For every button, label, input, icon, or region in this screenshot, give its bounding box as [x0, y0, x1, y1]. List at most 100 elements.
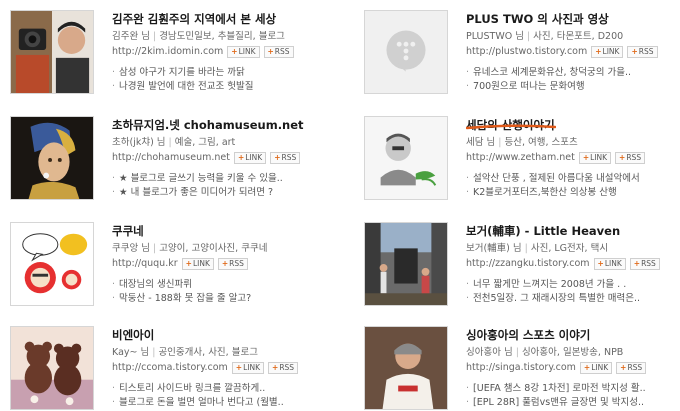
blog-tag[interactable]: 사진: [531, 243, 548, 254]
blog-url[interactable]: http://singa.tistory.com: [466, 361, 576, 375]
recent-post-link[interactable]: ★ 블로그로 글쓰기 능력을 키울 수 있을..: [112, 172, 322, 186]
recent-post-link[interactable]: 700원으로 떠나는 문화여행: [466, 80, 676, 94]
rss-button[interactable]: + RSS: [615, 152, 646, 164]
recent-post-link[interactable]: 블로그로 돈을 벌면 얼마나 번다고 (월별..: [112, 396, 322, 410]
blog-tag[interactable]: 그림: [198, 137, 215, 148]
link-button[interactable]: + LINK: [231, 362, 265, 374]
recent-post-link[interactable]: 전천5일장. 그 재래시장의 특별한 매력은..: [466, 292, 676, 306]
blog-url[interactable]: http://ccoma.tistory.com: [112, 361, 228, 375]
blog-thumbnail[interactable]: [10, 116, 94, 200]
blog-tag[interactable]: art: [222, 137, 235, 148]
blog-thumbnail[interactable]: [10, 222, 94, 306]
blog-title[interactable]: 초하뮤지엄.넷 chohamuseum.net: [112, 117, 322, 133]
link-button[interactable]: + LINK: [579, 362, 613, 374]
blog-tag[interactable]: 등산: [504, 137, 521, 148]
recent-post-link[interactable]: 설악산 단풍 , 절제된 아름다움 내설악에서: [466, 172, 676, 186]
blog-tag[interactable]: 블로그: [232, 347, 258, 358]
blog-tag[interactable]: 경남도민일보: [159, 31, 211, 42]
blog-tag[interactable]: 추블질리: [218, 31, 253, 42]
blog-title[interactable]: 비엔아이: [112, 327, 322, 343]
blog-tag[interactable]: 스포츠: [552, 137, 578, 148]
rss-button[interactable]: + RSS: [268, 362, 299, 374]
blog-meta: 세담 님 | 등산, 여행, 스포츠: [466, 137, 578, 148]
blog-url[interactable]: http://ququ.kr: [112, 257, 178, 271]
blog-author[interactable]: 초하(jk챠) 님: [112, 137, 166, 148]
blog-author[interactable]: 싱아홍아 님: [466, 347, 513, 358]
recent-post-link[interactable]: K2블로거포터즈,북한산 의상봉 산행: [466, 186, 676, 200]
blog-thumbnail[interactable]: [364, 326, 448, 410]
blog-thumbnail[interactable]: [364, 222, 448, 306]
recent-post-link[interactable]: ★ 내 블로그가 좋은 미디어가 되려면 ?: [112, 186, 322, 200]
rss-button[interactable]: + RSS: [263, 46, 294, 58]
blog-thumbnail[interactable]: [10, 326, 94, 410]
recent-post-link[interactable]: 나경원 발언에 대한 전교조 헛발질: [112, 80, 322, 94]
blog-tag[interactable]: 고양이사진: [191, 243, 235, 254]
blog-tag[interactable]: 싱아홍아: [522, 347, 557, 358]
blog-author[interactable]: 보거(輔車) 님: [466, 243, 522, 254]
plus-icon: +: [274, 153, 281, 162]
blog-author[interactable]: 김주완 님: [112, 31, 150, 42]
link-button[interactable]: + LINK: [591, 46, 624, 58]
rss-button[interactable]: + RSS: [616, 362, 647, 374]
plus-icon: +: [583, 363, 591, 372]
blog-author[interactable]: PLUSTWO 님: [466, 31, 524, 42]
blog-url[interactable]: http://2kim.idomin.com: [112, 45, 223, 59]
blog-author[interactable]: 세담 님: [466, 137, 495, 148]
link-button[interactable]: + LINK: [181, 258, 214, 270]
rss-button[interactable]: + RSS: [627, 46, 658, 58]
blog-author[interactable]: Kay~ 님: [112, 347, 149, 358]
recent-post-link[interactable]: 막둥산 - 188화 못 잡을 줄 알고?: [112, 292, 322, 306]
blog-tag[interactable]: 쿠쿠네: [241, 243, 267, 254]
blog-title[interactable]: 김주완 김훤주의 지역에서 본 세상: [112, 11, 322, 27]
blog-meta: 쿠쿠앙 님 | 고양이, 고양이사진, 쿠쿠네: [112, 243, 268, 254]
blog-title[interactable]: 보거(輔車) - Little Heaven: [466, 223, 676, 239]
recent-post-link[interactable]: 유네스코 세계문화유산, 창덕궁의 가을..: [466, 66, 676, 80]
blog-tag[interactable]: 사진: [533, 31, 550, 42]
rss-button[interactable]: + RSS: [629, 258, 660, 270]
blog-tag[interactable]: 예술: [175, 137, 192, 148]
blog-author[interactable]: 쿠쿠앙 님: [112, 243, 150, 254]
blog-thumbnail[interactable]: [364, 10, 448, 94]
plus-icon: +: [597, 259, 604, 268]
recent-post-link[interactable]: 티스토리 사이드바 링크를 깔끔하게..: [112, 382, 322, 396]
recent-post-link[interactable]: [EPL 28R] 풀럼vs맨유 글장면 및 박지성..: [466, 396, 676, 410]
blog-title[interactable]: 싱아홍아의 스포츠 이야기: [466, 327, 676, 343]
blog-tag[interactable]: 타몬포트: [557, 31, 592, 42]
blog-card: 초하뮤지엄.넷 chohamuseum.net 초하(jk챠) 님 | 예술, 그림…: [0, 116, 320, 211]
blog-tag[interactable]: D200: [598, 31, 623, 42]
blog-thumbnail[interactable]: [10, 10, 94, 94]
blog-tag[interactable]: 여행: [528, 137, 545, 148]
blog-meta: 보거(輔車) 님 | 사진, LG전자, 택시: [466, 243, 609, 254]
link-button[interactable]: + LINK: [233, 152, 267, 164]
recent-post-link[interactable]: [UEFA 챔스 8강 1차전] 로마전 박지성 활..: [466, 382, 676, 396]
blog-tag[interactable]: 일본방송: [563, 347, 598, 358]
link-button[interactable]: + LINK: [578, 152, 612, 164]
blog-tag[interactable]: 고양이: [159, 243, 185, 254]
blog-tag[interactable]: NPB: [604, 347, 623, 358]
blog-card: PLUS TWO 의 사진과 영상 PLUSTWO 님 | 사진, 타몬포트, D2…: [354, 10, 674, 105]
link-button[interactable]: + LINK: [227, 46, 260, 58]
blog-tag[interactable]: 공인중개사: [158, 347, 202, 358]
plus-icon: +: [595, 47, 602, 56]
blog-tag[interactable]: 블로그: [259, 31, 285, 42]
blog-tag[interactable]: 택시: [591, 243, 608, 254]
plus-icon: +: [221, 259, 229, 268]
recent-post-link[interactable]: 대장님의 생신파뤼: [112, 278, 322, 292]
recent-post-link[interactable]: 삼성 야구가 지기를 바라는 까닭: [112, 66, 322, 80]
blog-url[interactable]: http://zzangku.tistory.com: [466, 257, 590, 271]
blog-card: 비엔아이 Kay~ 님 | 공인중개사, 사진, 블로그 http://ccoma.…: [0, 326, 320, 411]
blog-url[interactable]: http://chohamuseum.net: [112, 151, 230, 165]
blog-tag[interactable]: LG전자: [554, 243, 584, 254]
link-button[interactable]: + LINK: [593, 258, 626, 270]
blog-url[interactable]: http://plustwo.tistory.com: [466, 45, 587, 59]
blog-title[interactable]: PLUS TWO 의 사진과 영상: [466, 11, 676, 27]
blog-url[interactable]: http://www.zetham.net: [466, 151, 575, 165]
blog-card: 보거(輔車) - Little Heaven 보거(輔車) 님 | 사진, LG전자…: [354, 222, 674, 317]
rss-button[interactable]: + RSS: [217, 258, 248, 270]
blog-tag[interactable]: 사진: [208, 347, 225, 358]
blog-thumbnail[interactable]: [364, 116, 448, 200]
blog-title[interactable]: 쿠쿠네: [112, 223, 322, 239]
recent-post-link[interactable]: 너무 짧게만 느껴지는 2008년 가을 . .: [466, 278, 676, 292]
blog-meta: 김주완 님 | 경남도민일보, 추블질리, 블로그: [112, 31, 285, 42]
rss-button[interactable]: + RSS: [270, 152, 301, 164]
